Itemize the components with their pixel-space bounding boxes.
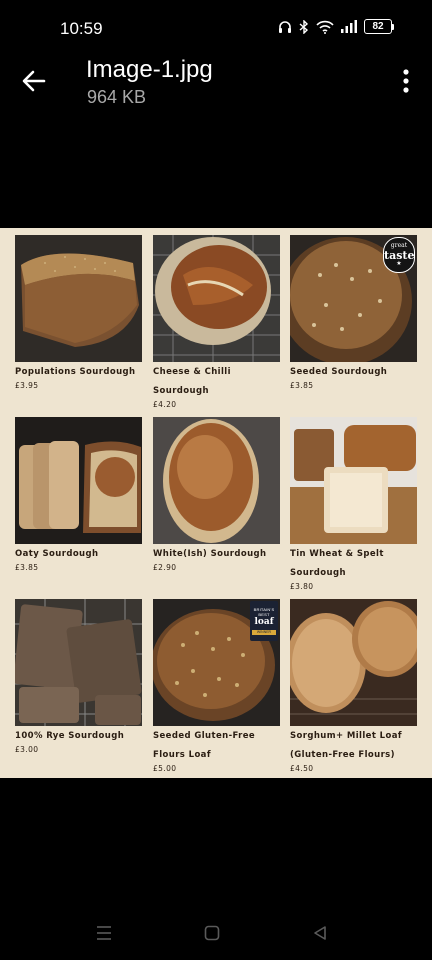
product-card: great taste ★ Seeded Sourdough £3.85: [290, 235, 417, 392]
product-name: Oaty Sourdough: [15, 549, 99, 559]
bread-photo: great taste ★: [290, 235, 417, 362]
bread-photo: [153, 417, 280, 544]
product-name: Populations Sourdough: [15, 367, 136, 377]
product-name-line2: (Gluten-Free Flours): [290, 750, 395, 760]
bread-photo: [15, 417, 142, 544]
product-name-line2: Flours Loaf: [153, 750, 211, 760]
product-price: £4.50: [290, 764, 314, 773]
image-viewer[interactable]: Populations Sourdough £3.95 Cheese & Chi…: [0, 228, 432, 778]
product-name-line2: Sourdough: [153, 386, 209, 396]
bread-photo: [153, 235, 280, 362]
bread-photo: [290, 599, 417, 726]
back-triangle-icon: [314, 926, 326, 940]
status-bar: 10:59 82: [0, 0, 432, 56]
product-card: 100% Rye Sourdough £3.00: [15, 599, 142, 756]
badge-line2: taste: [384, 249, 415, 262]
back-button[interactable]: [20, 67, 48, 95]
arrow-left-icon: [22, 70, 46, 92]
recents-button[interactable]: [96, 925, 112, 946]
product-price: £3.85: [290, 381, 314, 390]
recents-icon: [97, 926, 111, 940]
more-options-button[interactable]: [400, 68, 412, 94]
bluetooth-icon: [299, 19, 309, 34]
product-price: £3.85: [15, 563, 39, 572]
battery-tip: [392, 23, 394, 30]
product-card: Oaty Sourdough £3.85: [15, 417, 142, 574]
bread-photo: [290, 417, 417, 544]
product-card: Tin Wheat & Spelt Sourdough £3.80: [290, 417, 417, 593]
file-name: Image-1.jpg: [86, 56, 213, 83]
nav-back-button[interactable]: [312, 925, 328, 946]
product-name: Tin Wheat & Spelt: [290, 549, 384, 559]
bread-photo: BRITAIN'S BEST loaf WINNER: [153, 599, 280, 726]
product-price: £5.00: [153, 764, 177, 773]
bread-photo: [15, 235, 142, 362]
product-card: White(Ish) Sourdough £2.90: [153, 417, 280, 574]
status-icons: 82: [278, 19, 394, 34]
badge-line2: loaf: [254, 617, 274, 627]
product-name: Seeded Sourdough: [290, 367, 388, 377]
battery-indicator: 82: [364, 19, 394, 34]
product-price: £3.95: [15, 381, 39, 390]
home-button[interactable]: [204, 925, 220, 946]
battery-level: 82: [364, 19, 392, 34]
badge-line3: WINNER: [252, 630, 276, 635]
product-name-line2: Sourdough: [290, 568, 346, 578]
product-card: Cheese & Chilli Sourdough £4.20: [153, 235, 280, 411]
home-icon: [204, 925, 220, 941]
product-price: £4.20: [153, 400, 177, 409]
signal-icon: [341, 20, 357, 33]
more-vertical-icon: [403, 69, 409, 93]
product-price: £3.80: [290, 582, 314, 591]
best-loaf-badge: BRITAIN'S BEST loaf WINNER: [250, 601, 278, 641]
product-name: 100% Rye Sourdough: [15, 731, 125, 741]
product-name: Seeded Gluten-Free: [153, 731, 256, 741]
product-card: BRITAIN'S BEST loaf WINNER Seeded Gluten…: [153, 599, 280, 775]
product-name: Cheese & Chilli: [153, 367, 231, 377]
headphones-icon: [278, 20, 292, 34]
product-price: £3.00: [15, 745, 39, 754]
product-name: Sorghum+ Millet Loaf: [290, 731, 402, 741]
bread-photo: [15, 599, 142, 726]
navigation-bar: [0, 905, 432, 960]
product-card: Sorghum+ Millet Loaf (Gluten-Free Flours…: [290, 599, 417, 775]
file-size: 964 KB: [87, 87, 147, 107]
clock: 10:59: [60, 19, 103, 38]
wifi-icon: [316, 20, 334, 34]
badge-line1: BRITAIN'S BEST: [253, 607, 275, 617]
app-bar: Image-1.jpg 964 KB: [0, 50, 432, 120]
product-price: £2.90: [153, 563, 177, 572]
product-card: Populations Sourdough £3.95: [15, 235, 142, 392]
great-taste-badge: great taste ★: [383, 237, 415, 273]
badge-line3: ★: [396, 261, 402, 267]
product-name: White(Ish) Sourdough: [153, 549, 267, 559]
